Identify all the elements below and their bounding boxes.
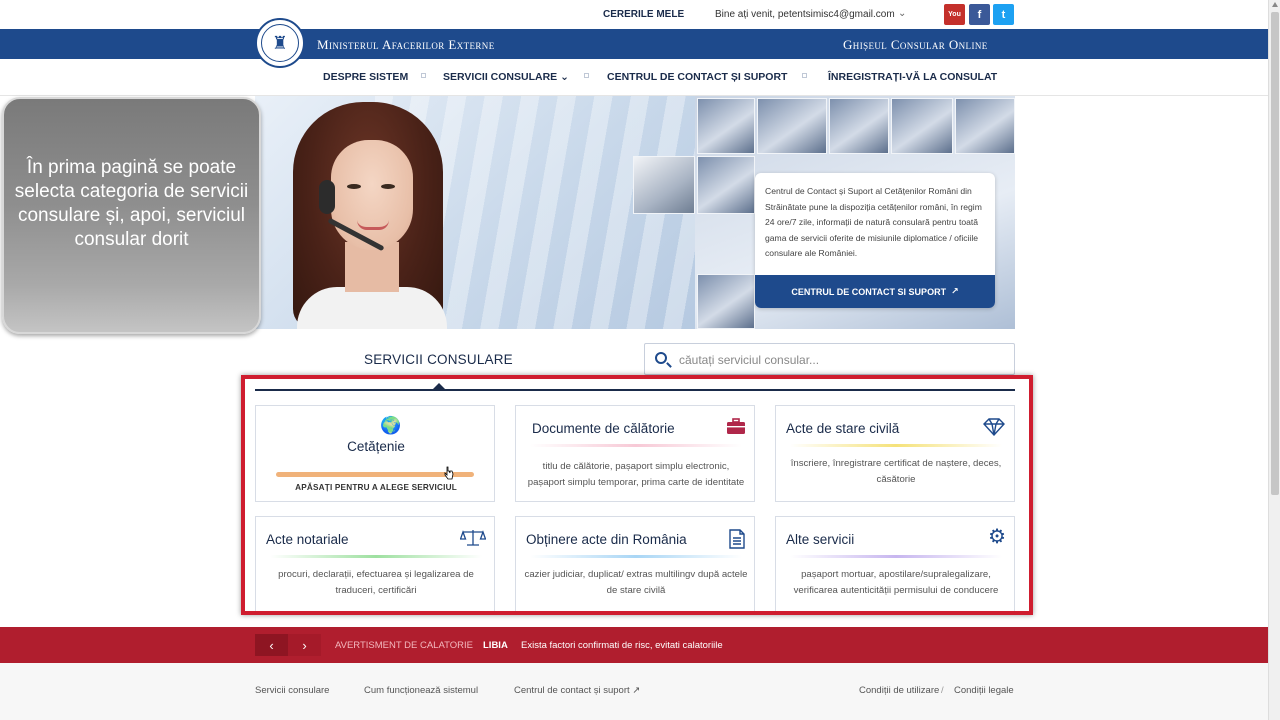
choose-service-button[interactable]: APĂSAȚI PENTRU A ALEGE SERVICIUL bbox=[256, 483, 496, 492]
card-title: Obținere acte din România bbox=[526, 532, 687, 547]
contact-info-box: Centrul de Contact și Suport al Cetățeni… bbox=[755, 173, 995, 308]
warning-prev-button[interactable]: ‹ bbox=[255, 634, 288, 656]
card-title: Cetățenie bbox=[347, 439, 405, 454]
user-email: petentsimisc4@gmail.com bbox=[777, 9, 895, 20]
warning-label: AVERTISMENT DE CALATORIE bbox=[335, 640, 473, 651]
warning-country[interactable]: LIBIA bbox=[483, 640, 508, 651]
welcome-text: Bine ați venit, bbox=[715, 9, 776, 20]
mouse-cursor-icon bbox=[444, 466, 454, 480]
nav-about-system[interactable]: DESPRE SISTEM bbox=[323, 71, 408, 83]
user-welcome[interactable]: Bine ați venit, petentsimisc4@gmail.com bbox=[715, 9, 895, 20]
document-icon bbox=[728, 529, 746, 554]
nav-contact-center[interactable]: CENTRUL DE CONTACT ȘI SUPORT bbox=[607, 71, 787, 83]
search-icon bbox=[655, 352, 667, 364]
service-card-civil-status[interactable]: Acte de stare civilă înscriere, înregist… bbox=[775, 405, 1015, 502]
facebook-icon[interactable]: f bbox=[969, 4, 990, 25]
external-link-icon: ↗ bbox=[632, 685, 641, 696]
twitter-icon[interactable]: t bbox=[993, 4, 1014, 25]
service-card-other-services[interactable]: Alte servicii ⚙ pașaport mortuar, aposti… bbox=[775, 516, 1015, 613]
card-title: Documente de călătorie bbox=[532, 421, 675, 436]
card-description: titlu de călătorie, pașaport simplu elec… bbox=[527, 461, 745, 488]
nav-consular-services[interactable]: SERVICII CONSULARE ⌄ bbox=[443, 71, 569, 83]
services-section-title[interactable]: SERVICII CONSULARE bbox=[364, 352, 513, 367]
search-input[interactable]: căutați serviciul consular... bbox=[679, 353, 819, 367]
travel-warning-bar: ‹ › AVERTISMENT DE CALATORIE LIBIA Exist… bbox=[0, 627, 1268, 663]
tutorial-callout: În prima pagină se poate selecta categor… bbox=[2, 97, 261, 334]
support-agent-photo bbox=[283, 102, 453, 329]
nav-register-consulate[interactable]: ÎNREGISTRAȚI-VĂ LA CONSULAT bbox=[828, 71, 997, 83]
portal-title: Ghișeul Consular Online bbox=[843, 37, 988, 52]
card-accent-line bbox=[530, 444, 742, 447]
footer-link-terms[interactable]: Condiții de utilizare bbox=[859, 685, 939, 696]
youtube-icon[interactable]: You bbox=[944, 4, 965, 25]
card-accent-line bbox=[790, 555, 1002, 558]
service-card-romania-documents[interactable]: Obținere acte din România cazier judicia… bbox=[515, 516, 755, 613]
ministry-title[interactable]: Ministerul Afacerilor Externe bbox=[317, 37, 495, 53]
card-title: Alte servicii bbox=[786, 532, 855, 547]
footer-link-legal[interactable]: Condiții legale bbox=[954, 685, 1014, 696]
scale-icon bbox=[459, 529, 487, 552]
top-utility-bar: CERERILE MELE Bine ați venit, petentsimi… bbox=[0, 0, 1268, 30]
briefcase-icon bbox=[726, 418, 746, 440]
main-nav: DESPRE SISTEM SERVICII CONSULARE ⌄ CENTR… bbox=[0, 60, 1268, 96]
my-requests-link[interactable]: CERERILE MELE bbox=[603, 9, 684, 20]
gears-icon: ⚙ bbox=[988, 526, 1006, 548]
page-scrollbar[interactable] bbox=[1268, 0, 1280, 720]
card-accent-line bbox=[530, 555, 742, 558]
footer-link-services[interactable]: Servicii consulare bbox=[255, 685, 329, 696]
card-accent-line bbox=[790, 444, 1002, 447]
eagle-icon: ♜ bbox=[261, 24, 299, 62]
card-title: Acte de stare civilă bbox=[786, 421, 900, 436]
footer-link-contact-center[interactable]: Centrul de contact și suport ↗ bbox=[514, 685, 640, 696]
card-description: cazier judiciar, duplicat/ extras multil… bbox=[524, 569, 748, 596]
card-description: pașaport mortuar, apostilare/supralegali… bbox=[793, 569, 999, 596]
section-divider bbox=[255, 389, 1015, 391]
card-accent-line bbox=[270, 555, 482, 558]
external-link-icon: ↗ bbox=[951, 286, 959, 296]
nav-separator bbox=[584, 73, 589, 78]
service-search-box[interactable]: căutați serviciul consular... bbox=[644, 343, 1015, 375]
contact-center-button[interactable]: CENTRUL DE CONTACT SI SUPORT ↗ bbox=[755, 275, 995, 308]
site-header: Ministerul Afacerilor Externe Ghișeul Co… bbox=[0, 29, 1268, 59]
footer-separator: / bbox=[941, 685, 944, 696]
scroll-up-icon[interactable] bbox=[1272, 2, 1278, 7]
government-seal-logo[interactable]: ♜ bbox=[255, 18, 305, 68]
card-description: înscriere, înregistrare certificat de na… bbox=[790, 458, 1002, 485]
diamond-icon bbox=[982, 418, 1006, 441]
scrollbar-thumb[interactable] bbox=[1271, 12, 1279, 495]
site-footer: Servicii consulare Cum funcționează sist… bbox=[0, 663, 1268, 720]
footer-link-how-it-works[interactable]: Cum funcționează sistemul bbox=[364, 685, 478, 696]
service-card-notarial-acts[interactable]: Acte notariale procuri, declarații, efec… bbox=[255, 516, 495, 613]
service-card-citizenship[interactable]: 🌍 Cetățenie APĂSAȚI PENTRU A ALEGE SERVI… bbox=[255, 405, 495, 502]
warning-next-button[interactable]: › bbox=[288, 634, 321, 656]
nav-separator bbox=[802, 73, 807, 78]
globe-icon: 🌍 bbox=[380, 416, 402, 435]
chevron-right-icon: › bbox=[302, 637, 307, 653]
chevron-left-icon: ‹ bbox=[269, 637, 274, 653]
warning-message[interactable]: Exista factori confirmati de risc, evita… bbox=[521, 640, 723, 651]
callout-text: În prima pagină se poate selecta categor… bbox=[14, 157, 249, 250]
service-card-travel-documents[interactable]: Documente de călătorie titlu de călători… bbox=[515, 405, 755, 502]
contact-info-text: Centrul de Contact și Suport al Cetățeni… bbox=[765, 186, 982, 259]
card-description: procuri, declarații, efectuarea și legal… bbox=[278, 569, 474, 596]
card-title: Acte notariale bbox=[266, 532, 349, 547]
chevron-down-icon[interactable]: ⌄ bbox=[898, 8, 906, 19]
nav-separator bbox=[421, 73, 426, 78]
